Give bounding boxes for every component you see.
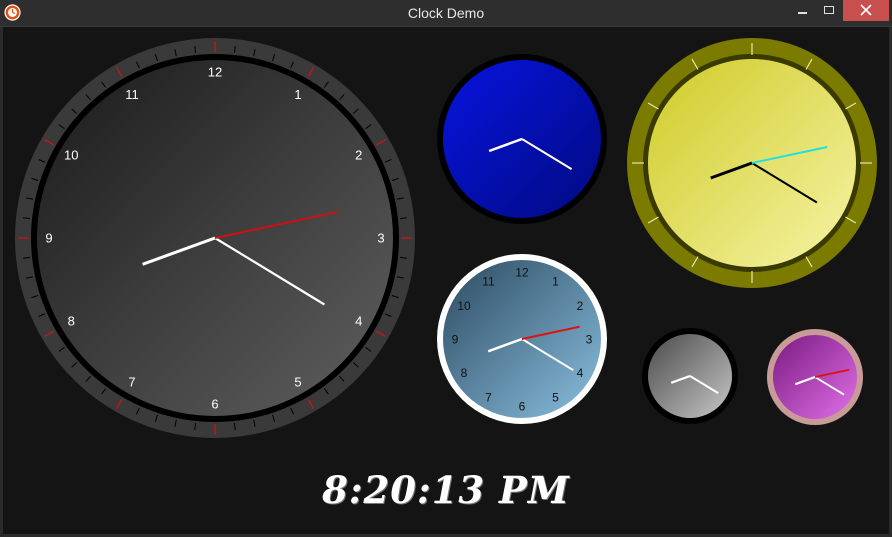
numeral-3: 3 (586, 332, 593, 346)
maximize-button[interactable] (816, 0, 842, 21)
close-icon (860, 4, 872, 16)
window-title: Clock Demo (407, 5, 485, 21)
numeral-2: 2 (577, 299, 584, 313)
title-bar[interactable]: Clock Demo (0, 0, 892, 27)
numeral-2: 2 (355, 148, 362, 163)
numeral-1: 1 (552, 274, 559, 288)
minimize-button[interactable] (790, 0, 816, 21)
numeral-7: 7 (485, 390, 492, 404)
numeral-12: 12 (208, 65, 222, 80)
purple-clock (767, 329, 863, 425)
numeral-5: 5 (294, 374, 301, 389)
numeral-9: 9 (45, 231, 52, 246)
steel-blue-clock: 121234567891011 (437, 254, 607, 424)
numeral-8: 8 (461, 366, 468, 380)
blue-clock (437, 54, 607, 224)
gray-clock (642, 328, 738, 424)
numeral-5: 5 (552, 390, 559, 404)
maximize-icon (824, 6, 834, 14)
yellow-clock (627, 38, 877, 288)
numeral-11: 11 (125, 87, 139, 102)
numeral-4: 4 (577, 366, 584, 380)
numeral-12: 12 (515, 265, 529, 279)
numeral-10: 10 (457, 299, 471, 313)
numeral-10: 10 (64, 148, 78, 163)
minimize-icon (798, 12, 807, 14)
numeral-4: 4 (355, 314, 362, 329)
numeral-1: 1 (294, 87, 301, 102)
close-button[interactable] (843, 0, 889, 21)
numeral-6: 6 (211, 397, 218, 412)
numeral-9: 9 (452, 332, 459, 346)
large-dark-clock: 121234567891011 (15, 38, 415, 438)
digital-time-display: 8:20:13 PM (322, 468, 570, 512)
numeral-6: 6 (519, 399, 526, 413)
numeral-8: 8 (68, 314, 75, 329)
numeral-3: 3 (377, 231, 384, 246)
numeral-11: 11 (482, 274, 495, 288)
numeral-7: 7 (128, 374, 135, 389)
